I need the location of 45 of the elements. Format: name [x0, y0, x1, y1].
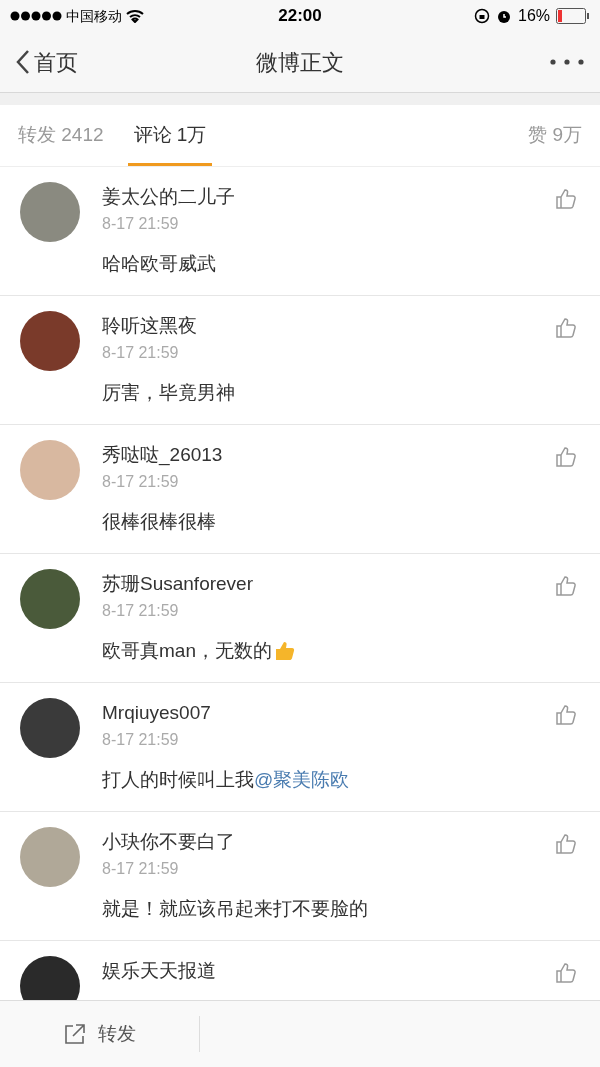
user-name[interactable]: 苏珊Susanforever: [102, 571, 554, 597]
thumbs-up-icon[interactable]: [554, 187, 578, 211]
comment-text: 哈哈欧哥威武: [102, 252, 216, 276]
thumbs-up-icon[interactable]: [554, 316, 578, 340]
page-title: 微博正文: [255, 48, 345, 77]
avatar-photo[interactable]: [20, 698, 80, 758]
comment-time: 8-17 21:59: [102, 343, 180, 363]
signal-icon: [10, 11, 62, 21]
avatar-photo[interactable]: [20, 956, 80, 1000]
mention-link[interactable]: @聚美陈欧: [254, 766, 350, 795]
back-chevron-icon: [16, 49, 30, 75]
battery-icon: [556, 8, 590, 24]
comment-text: 就是！就应该吊起来打不要脸的: [102, 897, 368, 921]
comment-time: 8-17 21:59: [102, 472, 180, 492]
comment-time: 8-17 21:59: [102, 214, 180, 234]
thumbs-up-icon[interactable]: [554, 445, 578, 469]
user-name[interactable]: 聆听这黑夜: [102, 313, 554, 339]
thumbs-up-icon[interactable]: [554, 832, 578, 856]
thumbs-up-icon[interactable]: [554, 703, 578, 727]
user-name[interactable]: 娱乐天天报道: [102, 958, 554, 984]
user-name[interactable]: 秀哒哒_26013: [102, 442, 554, 468]
user-name[interactable]: Mrqiuyes007: [102, 700, 554, 726]
user-name[interactable]: 小玦你不要白了: [102, 829, 554, 855]
clock-time: 22:00: [278, 5, 322, 28]
wifi-icon: [126, 9, 144, 23]
battery-percent: 16%: [518, 6, 550, 26]
comment-time: 8-17 21:59: [102, 730, 180, 750]
comment-text: 欧哥真man，无数的: [102, 639, 272, 663]
thumbs-up-icon[interactable]: [554, 574, 578, 598]
thumbs-up-icon[interactable]: [554, 961, 578, 985]
carrier-name: 中国移动: [66, 6, 122, 26]
comment-text: 打人的时候叫上我: [102, 768, 254, 792]
share-icon: [63, 1023, 86, 1045]
comment-text: 厉害，毕竟男神: [102, 381, 235, 405]
avatar-photo[interactable]: [20, 311, 80, 371]
avatar-photo[interactable]: [20, 569, 80, 629]
comment-text: 很棒很棒很棒: [102, 510, 216, 534]
alarm-icon: [496, 8, 512, 24]
repost-button[interactable]: 转发: [0, 1016, 200, 1052]
user-name[interactable]: 姜太公的二儿子: [102, 184, 554, 210]
back-button[interactable]: 首页: [16, 45, 136, 79]
comment-time: 8-17 21:59: [102, 859, 180, 879]
more-icon[interactable]: [550, 59, 584, 65]
rotation-lock-icon: [474, 8, 490, 24]
comment-time: 8-17 21:59: [102, 601, 180, 621]
